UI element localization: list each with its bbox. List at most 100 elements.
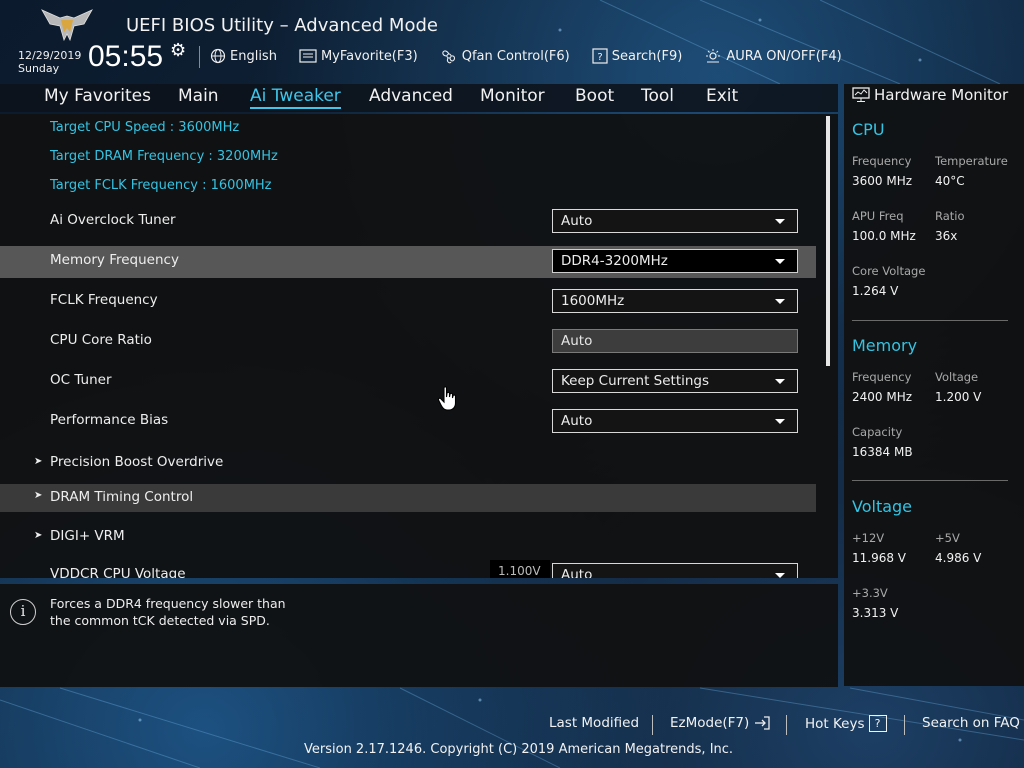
footer-divider xyxy=(652,715,653,735)
setting-label: Memory Frequency xyxy=(50,252,179,268)
submenu-digi-vrm[interactable]: ➤ DIGI+ VRM xyxy=(0,522,816,554)
dropdown-value: Keep Current Settings xyxy=(561,373,710,389)
memory-frequency-label: Frequency xyxy=(852,370,912,384)
dropdown-value: 1600MHz xyxy=(561,293,625,309)
tab-main[interactable]: Main xyxy=(178,84,219,112)
day-text: Sunday xyxy=(18,62,60,75)
settings-panel: Target CPU Speed : 3600MHz Target DRAM F… xyxy=(0,114,838,578)
setting-row-cpu-core-ratio[interactable]: CPU Core Ratio Auto xyxy=(0,326,816,358)
search-faq-button[interactable]: Search on FAQ xyxy=(922,715,1020,731)
dropdown-value: Auto xyxy=(561,213,593,229)
chevron-down-icon xyxy=(775,219,785,224)
clock-time: 05:55 xyxy=(88,40,164,73)
hot-keys-button[interactable]: Hot Keys ? xyxy=(805,715,887,732)
v5-value: 4.986 V xyxy=(935,551,982,565)
setting-row-oc-tuner[interactable]: OC Tuner Keep Current Settings xyxy=(0,366,816,398)
submenu-precision-boost-overdrive[interactable]: ➤ Precision Boost Overdrive xyxy=(0,448,816,480)
ezmode-button[interactable]: EzMode(F7) xyxy=(670,715,771,731)
qfan-label: Qfan Control(F6) xyxy=(461,48,570,64)
hot-keys-label: Hot Keys xyxy=(805,715,865,732)
tab-boot[interactable]: Boot xyxy=(575,84,614,112)
setting-label: VDDCR CPU Voltage xyxy=(50,566,186,578)
setting-label: CPU Core Ratio xyxy=(50,332,152,348)
tab-advanced[interactable]: Advanced xyxy=(369,84,453,112)
language-button[interactable]: English xyxy=(210,46,277,66)
ezmode-label: EzMode(F7) xyxy=(670,715,750,731)
cpu-temperature-value: 40°C xyxy=(935,174,965,188)
dropdown-value: Auto xyxy=(561,413,593,429)
date-display: 12/29/2019 Sunday xyxy=(18,49,81,75)
setting-row-fclk-frequency[interactable]: FCLK Frequency 1600MHz xyxy=(0,286,816,318)
footer-divider xyxy=(904,715,905,735)
memory-frequency-dropdown[interactable]: DDR4-3200MHz xyxy=(552,249,798,273)
hardware-monitor-label: Hardware Monitor xyxy=(874,86,1009,104)
memory-heading: Memory xyxy=(852,336,918,355)
cpu-temperature-label: Temperature xyxy=(935,154,1008,168)
target-fclk-frequency: Target FCLK Frequency : 1600MHz xyxy=(50,178,272,193)
chevron-right-icon: ➤ xyxy=(34,456,43,467)
chevron-down-icon xyxy=(775,419,785,424)
chevron-right-icon: ➤ xyxy=(34,530,43,541)
vddcr-cpu-voltage-dropdown[interactable]: Auto xyxy=(552,563,798,578)
voltage-readout: 1.100V xyxy=(490,560,550,578)
setting-label: Ai Overclock Tuner xyxy=(50,212,176,228)
version-text: Version 2.17.1246. Copyright (C) 2019 Am… xyxy=(304,742,734,757)
apu-freq-label: APU Freq xyxy=(852,209,904,223)
cpu-heading: CPU xyxy=(852,120,885,139)
tab-tool[interactable]: Tool xyxy=(641,84,674,112)
chevron-down-icon xyxy=(775,299,785,304)
chevron-down-icon xyxy=(775,259,785,264)
aura-label: AURA ON/OFF(F4) xyxy=(726,48,842,64)
tab-my-favorites[interactable]: My Favorites xyxy=(44,84,151,112)
oc-tuner-dropdown[interactable]: Keep Current Settings xyxy=(552,369,798,393)
date-text: 12/29/2019 xyxy=(18,49,82,62)
toolbar: English MyFavorite(F3) Qfan Control(F6) … xyxy=(210,46,842,66)
voltage-heading: Voltage xyxy=(852,497,913,516)
setting-row-memory-frequency[interactable]: Memory Frequency DDR4-3200MHz xyxy=(0,246,816,278)
hand-cursor-icon xyxy=(437,386,457,411)
cpu-core-ratio-field: Auto xyxy=(552,329,798,353)
submenu-dram-timing-control[interactable]: ➤ DRAM Timing Control xyxy=(0,484,816,512)
fclk-frequency-dropdown[interactable]: 1600MHz xyxy=(552,289,798,313)
capacity-value: 16384 MB xyxy=(852,445,913,459)
search-button[interactable]: ? Search(F9) xyxy=(592,46,682,66)
dropdown-value: DDR4-3200MHz xyxy=(561,253,668,269)
setting-row-performance-bias[interactable]: Performance Bias Auto xyxy=(0,406,816,438)
v12-value: 11.968 V xyxy=(852,551,907,565)
v12-label: +12V xyxy=(852,531,885,545)
aura-toggle-button[interactable]: AURA ON/OFF(F4) xyxy=(704,46,842,66)
qfan-control-button[interactable]: Qfan Control(F6) xyxy=(440,46,570,66)
tab-monitor[interactable]: Monitor xyxy=(480,84,545,112)
setting-label: OC Tuner xyxy=(50,372,112,388)
header-divider xyxy=(199,46,200,68)
aura-icon xyxy=(706,49,721,63)
clock-settings-gear-icon[interactable]: ⚙ xyxy=(170,40,186,61)
search-faq-label: Search on FAQ xyxy=(922,715,1020,731)
monitor-icon xyxy=(852,87,870,102)
myfavorite-button[interactable]: MyFavorite(F3) xyxy=(299,46,418,66)
ai-overclock-tuner-dropdown[interactable]: Auto xyxy=(552,209,798,233)
help-text: Forces a DDR4 frequency slower than the … xyxy=(50,595,286,629)
main-menu-bar: My Favorites Main Ai Tweaker Advanced Mo… xyxy=(0,84,838,112)
setting-label: FCLK Frequency xyxy=(50,292,158,308)
app-title: UEFI BIOS Utility – Advanced Mode xyxy=(126,15,438,36)
tab-exit[interactable]: Exit xyxy=(706,84,738,112)
hardware-monitor-title: Hardware Monitor xyxy=(852,86,1008,104)
setting-row-ai-overclock-tuner[interactable]: Ai Overclock Tuner Auto xyxy=(0,206,816,238)
v33-value: 3.313 V xyxy=(852,606,899,620)
cpu-frequency-label: Frequency xyxy=(852,154,912,168)
hardware-monitor-panel: Hardware Monitor CPU Frequency Temperatu… xyxy=(844,84,1024,686)
chevron-down-icon xyxy=(775,573,785,578)
target-cpu-speed: Target CPU Speed : 3600MHz xyxy=(50,120,240,135)
scrollbar[interactable] xyxy=(826,116,830,366)
submenu-label: DRAM Timing Control xyxy=(50,489,194,505)
help-line-1: Forces a DDR4 frequency slower than xyxy=(50,596,286,611)
target-dram-frequency: Target DRAM Frequency : 3200MHz xyxy=(50,149,278,164)
last-modified-label: Last Modified xyxy=(549,715,640,731)
last-modified-button[interactable]: Last Modified xyxy=(549,715,639,731)
tab-ai-tweaker[interactable]: Ai Tweaker xyxy=(250,84,341,112)
cpu-frequency-value: 3600 MHz xyxy=(852,174,913,188)
ratio-label: Ratio xyxy=(935,209,965,223)
performance-bias-dropdown[interactable]: Auto xyxy=(552,409,798,433)
setting-row-vddcr-cpu-voltage[interactable]: VDDCR CPU Voltage 1.100V Auto xyxy=(0,560,816,578)
